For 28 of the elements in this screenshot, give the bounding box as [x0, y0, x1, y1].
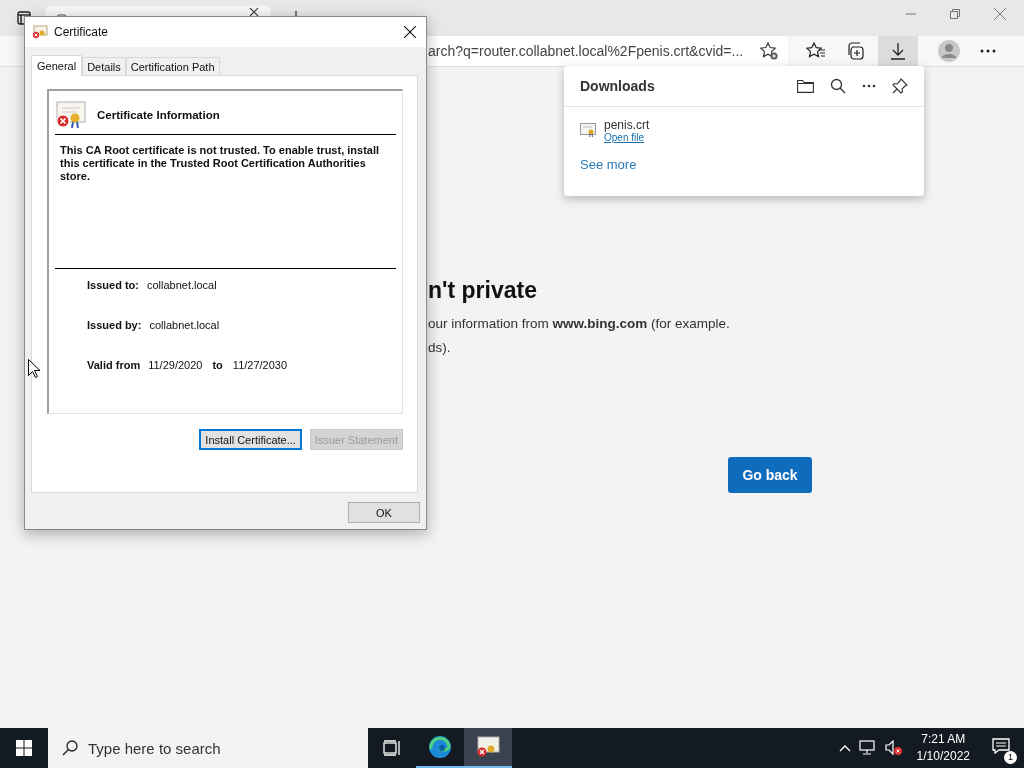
file-name: penis.crt — [604, 118, 650, 132]
field-label: Issued to: — [87, 279, 139, 291]
info-heading: Certificate Information — [97, 109, 220, 121]
ok-button[interactable]: OK — [348, 502, 420, 523]
see-more-link[interactable]: See more — [580, 157, 637, 172]
dialog-tab[interactable]: Details — [82, 57, 126, 75]
panel-title: Downloads — [580, 78, 655, 94]
field-label: Valid from — [87, 359, 141, 371]
page-text: ds). — [428, 340, 452, 356]
field-value: collabnet.local — [146, 279, 217, 291]
go-back-button[interactable]: Go back — [728, 457, 812, 493]
date-value: 11/29/2020 — [148, 359, 203, 371]
page-text: our information from www.bing.com (for example. — [428, 316, 731, 332]
clock-time[interactable]: 7:21 AM — [921, 731, 966, 748]
notification-count: 1 — [1004, 751, 1017, 764]
dialog-button[interactable]: Install Certificate... — [199, 429, 302, 450]
open-file-link[interactable]: Open file — [604, 132, 650, 143]
date-value: 11/27/2030 — [232, 359, 288, 371]
dialog-tab[interactable]: General — [31, 55, 83, 76]
page-heading: n't private — [428, 277, 538, 304]
clock-date[interactable]: 1/10/2022 — [916, 748, 970, 765]
dialog-title: Certificate — [54, 25, 109, 39]
dialog-tab[interactable]: Certification Path — [125, 57, 220, 75]
trust-message: This CA Root certificate is not trusted. To enable trust, install this certificate in the Trusted Root Certification Authorities store. — [55, 144, 396, 269]
field-label: to — [212, 359, 223, 371]
field-value: collabnet.local — [149, 319, 220, 331]
field-label: Issued by: — [87, 319, 142, 331]
taskbar-search-field[interactable]: Type here to search — [48, 728, 368, 768]
